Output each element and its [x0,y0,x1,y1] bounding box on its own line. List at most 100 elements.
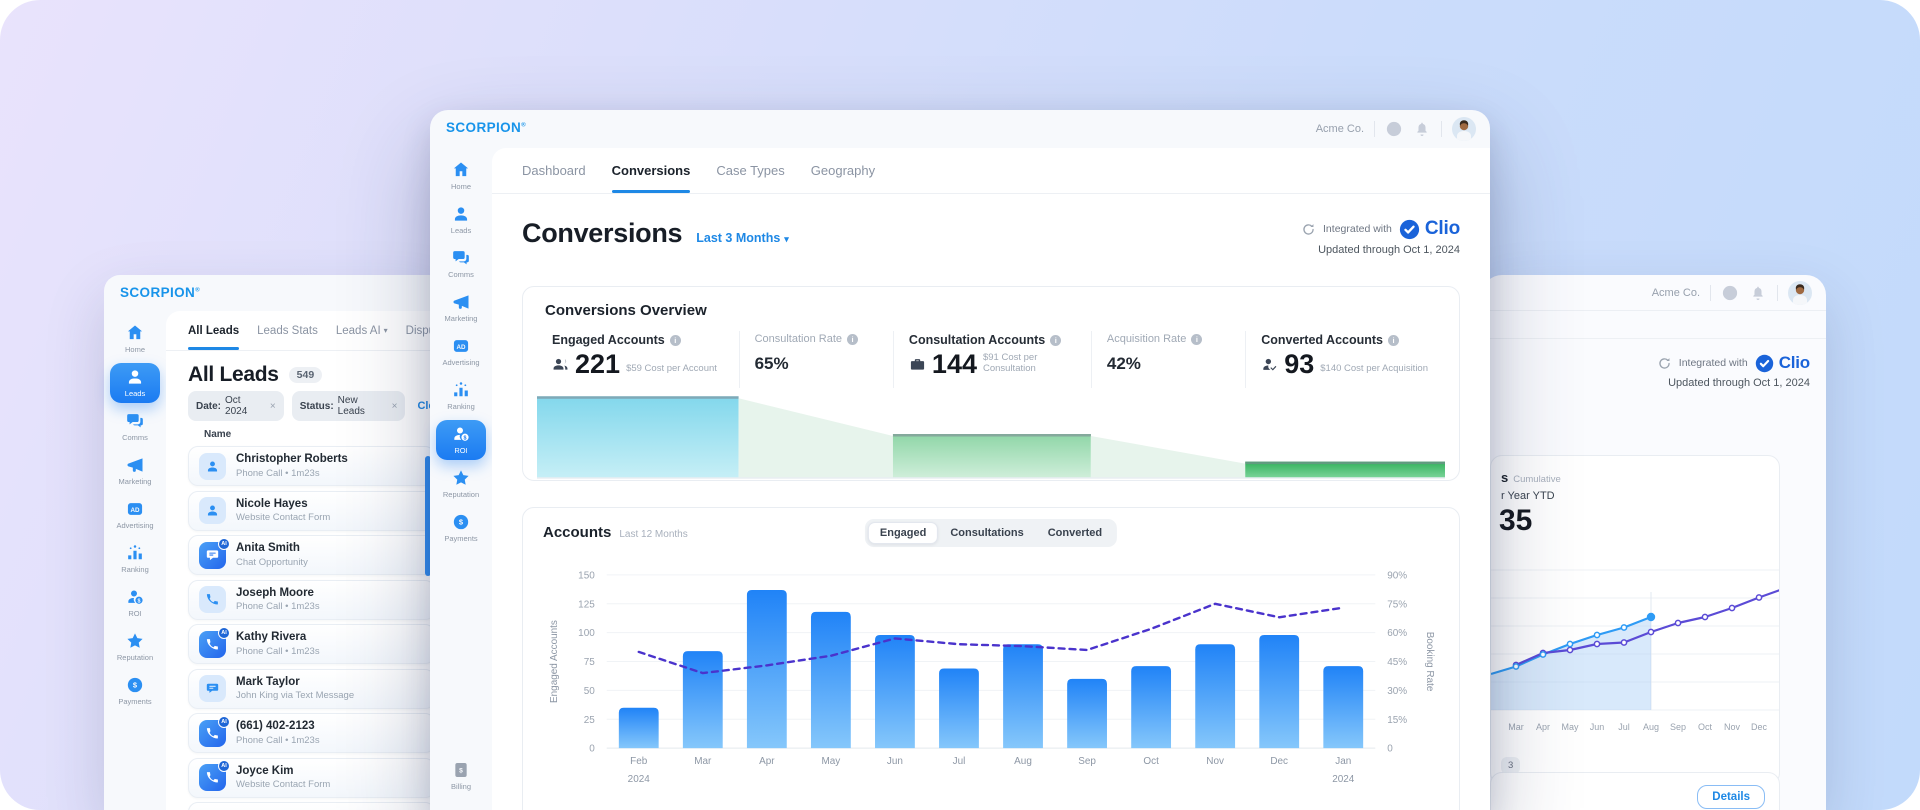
cumulative-card-subtitle: r Year YTD [1491,485,1779,502]
info-icon[interactable]: i [847,334,858,345]
chat-icon: AI [199,542,226,569]
roi-icon: $ [125,587,145,607]
svg-text:Booking Rate: Booking Rate [1424,632,1435,692]
svg-text:2024: 2024 [628,774,651,785]
remove-status-filter-icon[interactable]: × [392,401,398,412]
svg-text:Jul: Jul [953,756,966,767]
user-avatar[interactable] [1452,117,1476,141]
date-range-dropdown[interactable]: Last 3 Months▾ [696,231,789,245]
marketing-icon [125,455,145,475]
info-icon[interactable]: i [670,335,681,346]
ai-badge: AI [218,716,230,728]
svg-text:?: ? [1727,289,1732,298]
help-icon[interactable]: ? [1385,120,1403,138]
filter-chips: Date:Oct 2024× Status:New Leads× Clear [166,395,445,417]
svg-text:Oct: Oct [1698,722,1713,732]
sidebar-item-leads[interactable]: Leads [110,363,160,403]
tab-all-leads[interactable]: All Leads [188,311,239,350]
sidebar-item-roi[interactable]: $ROI [436,420,486,460]
sidebar-item-ranking[interactable]: Ranking [110,539,160,579]
sidebar-item-leads[interactable]: Leads [436,200,486,240]
info-icon[interactable]: i [1191,334,1202,345]
lead-row[interactable]: AIJoyce KimWebsite Contact Form [188,758,435,798]
toggle-consultations[interactable]: Consultations [938,522,1035,544]
sidebar-item-advertising[interactable]: ADAdvertising [436,332,486,372]
advertising-icon: AD [451,336,471,356]
lead-row[interactable]: AI(661) 402-2123Phone Call • 1m23s [188,713,435,753]
sidebar-item-home[interactable]: Home [436,156,486,196]
info-icon[interactable]: i [1388,335,1399,346]
lead-row-partial[interactable] [188,802,435,810]
svg-text:Nov: Nov [1206,756,1224,767]
svg-text:Mar: Mar [1508,722,1524,732]
sidebar-item-reputation[interactable]: Reputation [436,464,486,504]
svg-text:25: 25 [584,715,596,726]
toggle-converted[interactable]: Converted [1036,522,1114,544]
roi-icon: $ [451,424,471,444]
phone-icon [199,586,226,613]
conversions-window: SCORPION® Acme Co. ? HomeLeadsCommsMarke… [430,110,1490,810]
divider [1374,121,1375,137]
toggle-engaged[interactable]: Engaged [868,522,938,544]
leads-page-title: All Leads [188,363,279,387]
sidebar-item-billing[interactable]: $Billing [436,756,486,796]
sidebar-item-comms[interactable]: Comms [436,244,486,284]
notifications-bell-icon[interactable] [1749,284,1767,302]
notifications-bell-icon[interactable] [1413,120,1431,138]
lead-row[interactable]: Joseph MoorePhone Call • 1m23s [188,580,435,620]
center-sidebar: HomeLeadsCommsMarketingADAdvertisingRank… [430,148,492,810]
sidebar-item-home[interactable]: Home [110,319,160,359]
status-filter-chip[interactable]: Status:New Leads× [292,391,406,421]
integrated-with-text: Integrated with [1323,223,1392,235]
lead-row[interactable]: Christopher RobertsPhone Call • 1m23s [188,446,435,486]
details-card: Details [1490,772,1780,810]
account-name: Acme Co. [1316,123,1364,135]
sidebar-item-advertising[interactable]: ADAdvertising [110,495,160,535]
sidebar-item-marketing[interactable]: Marketing [110,451,160,491]
date-filter-chip[interactable]: Date:Oct 2024× [188,391,284,421]
lead-row[interactable]: Nicole HayesWebsite Contact Form [188,491,435,531]
left-sidebar: HomeLeadsCommsMarketingADAdvertisingRank… [104,311,166,810]
tab-leads-stats[interactable]: Leads Stats [257,311,318,350]
tab-case-types[interactable]: Case Types [716,148,784,193]
sidebar-item-reputation[interactable]: Reputation [110,627,160,667]
lead-row[interactable]: AIAnita SmithChat Opportunity [188,535,435,575]
tab-dashboard[interactable]: Dashboard [522,148,586,193]
svg-text:Nov: Nov [1724,722,1741,732]
svg-text:Dec: Dec [1270,756,1288,767]
user-avatar[interactable] [1788,281,1812,305]
svg-text:Aug: Aug [1643,722,1659,732]
sidebar-item-ranking[interactable]: Ranking [436,376,486,416]
clio-check-icon [1755,354,1774,373]
summary-topbar: Acme Co. ? [1482,275,1826,311]
remove-date-filter-icon[interactable]: × [270,401,276,412]
sidebar-item-roi[interactable]: $ROI [110,583,160,623]
series-toggle-group: EngagedConsultationsConverted [865,519,1117,547]
leads-list: Christopher RobertsPhone Call • 1m23s Nic… [166,446,445,810]
divider [1441,121,1442,137]
chevron-down-icon: ▾ [784,234,789,245]
overview-title: Conversions Overview [545,302,1445,319]
details-button[interactable]: Details [1697,785,1765,809]
account-name: Acme Co. [1652,287,1700,299]
person-icon [199,453,226,480]
cumulative-line-chart: MarAprMayJunJulAugSepOctNovDec [1491,552,1780,762]
tab-leads-ai[interactable]: Leads AI▾ [336,311,388,350]
lead-row[interactable]: AIKathy RiveraPhone Call • 1m23s [188,624,435,664]
status-filter-label: Status: [300,401,334,412]
sidebar-item-payments[interactable]: $Payments [436,508,486,548]
sidebar-item-marketing[interactable]: Marketing [436,288,486,328]
summary-window: Acme Co. ? Integrated with Clio Updated … [1482,275,1826,810]
info-icon[interactable]: i [1050,335,1061,346]
tab-conversions[interactable]: Conversions [612,148,691,193]
metric-consultation-accounts: Consultation Accountsi144$91 Cost per Co… [893,331,1091,388]
ai-badge: AI [218,627,230,639]
sidebar-item-comms[interactable]: Comms [110,407,160,447]
date-filter-label: Date: [196,401,221,412]
svg-text:Jun: Jun [887,756,903,767]
tab-geography[interactable]: Geography [811,148,875,193]
lead-row[interactable]: Mark TaylorJohn King via Text Message [188,669,435,709]
sidebar-item-payments[interactable]: $Payments [110,671,160,711]
help-icon[interactable]: ? [1721,284,1739,302]
metric-consultation-rate: Consultation Ratei65% [739,331,893,388]
